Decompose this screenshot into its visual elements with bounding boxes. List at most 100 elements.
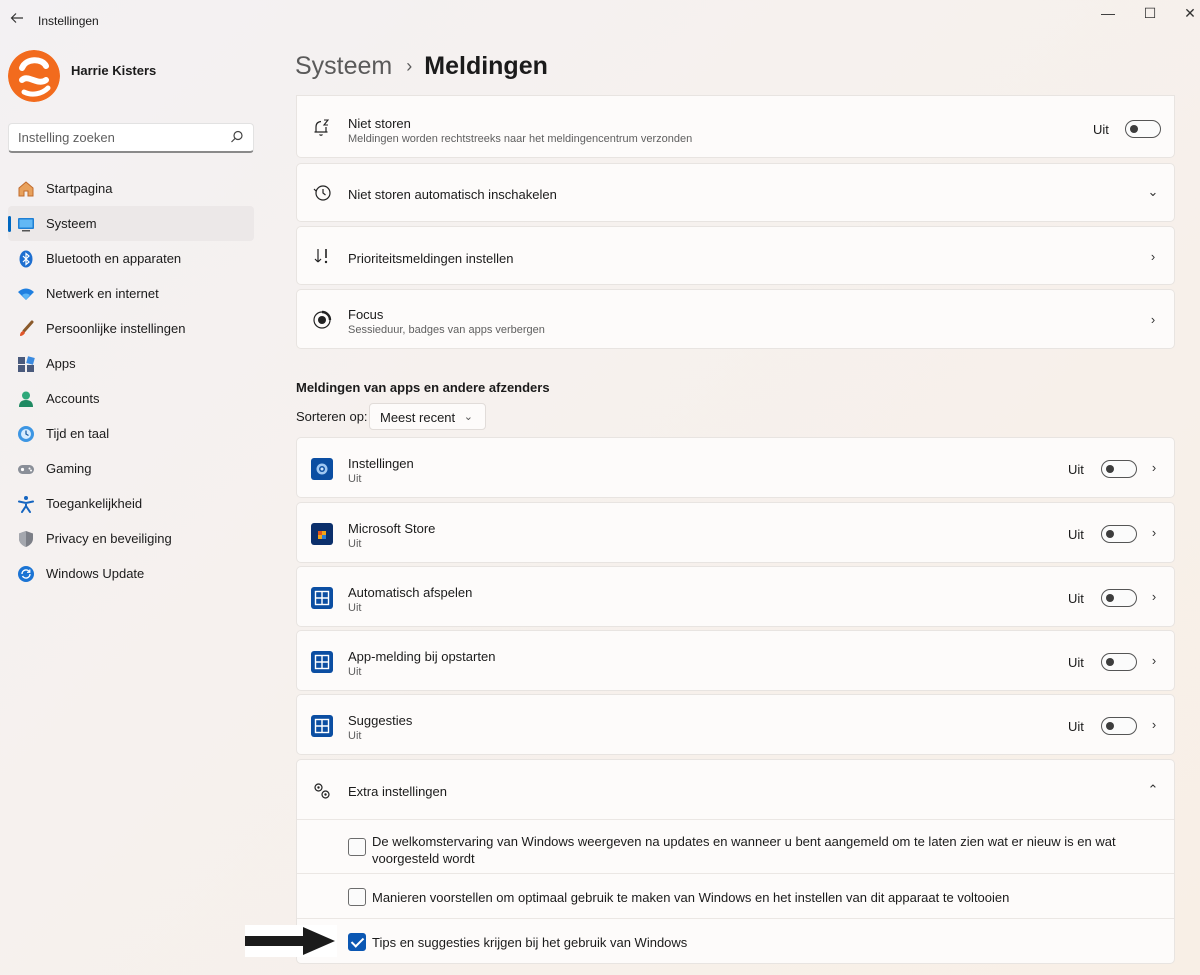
- sort-label: Sorteren op:: [296, 409, 368, 424]
- toggle-state-label: Uit: [1068, 719, 1084, 734]
- sidebar-item-label: Accounts: [46, 391, 100, 406]
- sidebar-item-accounts[interactable]: Accounts: [8, 381, 254, 416]
- sidebar-item-systeem[interactable]: Systeem: [8, 206, 254, 241]
- dnd-auto-card[interactable]: Niet storen automatisch inschakelen ⌄: [296, 163, 1175, 222]
- do-not-disturb-card: Niet storen Meldingen worden rechtstreek…: [296, 95, 1175, 158]
- search-icon[interactable]: [230, 130, 244, 144]
- setup-suggestions-checkbox[interactable]: [348, 888, 366, 906]
- chevron-right-icon[interactable]: ›: [1147, 590, 1161, 604]
- app-notification-toggle[interactable]: [1101, 717, 1137, 735]
- home-icon: [16, 179, 36, 199]
- sidebar-item-label: Gaming: [46, 461, 92, 476]
- sidebar-item-tijd[interactable]: Tijd en taal: [8, 416, 254, 451]
- focus-icon: [311, 309, 333, 331]
- checkbox-label: De welkomstervaring van Windows weergeve…: [372, 834, 1116, 866]
- chevron-right-icon[interactable]: ›: [1147, 526, 1161, 540]
- profile-name: Harrie Kisters: [71, 63, 157, 78]
- avatar: [8, 50, 60, 102]
- clock-icon: [311, 182, 333, 204]
- card-title: Extra instellingen: [348, 784, 447, 799]
- minimize-button[interactable]: —: [1085, 4, 1131, 24]
- app-row-instellingen[interactable]: Instellingen Uit Uit ›: [296, 437, 1175, 498]
- app-notification-toggle[interactable]: [1101, 460, 1137, 478]
- extra-settings-card: Extra instellingen ⌃ De welkomstervaring…: [296, 759, 1175, 964]
- app-title: Instellingen: [38, 14, 99, 28]
- app-row-microsoft-store[interactable]: Microsoft Store Uit Uit ›: [296, 502, 1175, 563]
- sidebar-item-netwerk[interactable]: Netwerk en internet: [8, 276, 254, 311]
- network-icon: [16, 284, 36, 304]
- settings-search[interactable]: [8, 123, 254, 153]
- card-title: Niet storen automatisch inschakelen: [348, 187, 557, 202]
- card-subtitle: Sessieduur, badges van apps verbergen: [348, 324, 545, 336]
- accessibility-icon: [16, 494, 36, 514]
- chevron-right-icon[interactable]: ›: [1147, 718, 1161, 732]
- close-button[interactable]: ✕: [1167, 4, 1200, 24]
- sidebar-item-label: Windows Update: [46, 566, 145, 581]
- sidebar-item-bluetooth[interactable]: Bluetooth en apparaten: [8, 241, 254, 276]
- sidebar-item-label: Startpagina: [46, 181, 113, 196]
- card-subtitle: Meldingen worden rechtstreeks naar het m…: [348, 133, 693, 145]
- chevron-right-icon[interactable]: ›: [1146, 313, 1160, 327]
- sidebar-item-label: Systeem: [46, 216, 97, 231]
- priority-notifications-card[interactable]: Prioriteitsmeldingen instellen ›: [296, 226, 1175, 285]
- sidebar-item-label: Persoonlijke instellingen: [46, 321, 186, 336]
- chevron-right-icon[interactable]: ›: [1147, 461, 1161, 475]
- sort-value: Meest recent: [380, 410, 456, 425]
- autoplay-app-icon: [311, 587, 333, 609]
- app-notification-toggle[interactable]: [1101, 525, 1137, 543]
- search-input[interactable]: [9, 124, 209, 150]
- bluetooth-icon: [16, 249, 36, 269]
- gears-icon: [311, 780, 333, 802]
- breadcrumb: Systeem › Meldingen: [295, 50, 548, 82]
- welcome-experience-checkbox[interactable]: [348, 838, 366, 856]
- card-title: Focus: [348, 307, 384, 322]
- priority-sort-icon: [311, 245, 333, 267]
- focus-card[interactable]: Focus Sessieduur, badges van apps verber…: [296, 289, 1175, 349]
- sidebar-item-label: Privacy en beveiliging: [46, 531, 172, 546]
- sidebar-item-label: Apps: [46, 356, 76, 371]
- section-title: Meldingen van apps en andere afzenders: [296, 380, 550, 395]
- chevron-down-icon[interactable]: ⌄: [1146, 185, 1160, 199]
- annotation-arrow-icon: [245, 925, 337, 957]
- sidebar-item-privacy[interactable]: Privacy en beveiliging: [8, 521, 254, 556]
- breadcrumb-parent[interactable]: Systeem: [295, 52, 392, 81]
- sidebar-item-startpagina[interactable]: Startpagina: [8, 171, 254, 206]
- brush-icon: [16, 319, 36, 339]
- toggle-state-label: Uit: [1068, 462, 1084, 477]
- app-row-suggesties[interactable]: Suggesties Uit Uit ›: [296, 694, 1175, 755]
- app-notification-toggle[interactable]: [1101, 589, 1137, 607]
- sidebar-item-apps[interactable]: Apps: [8, 346, 254, 381]
- toggle-state-label: Uit: [1068, 655, 1084, 670]
- app-name: App-melding bij opstarten: [348, 649, 496, 664]
- sidebar-item-label: Toegankelijkheid: [46, 496, 143, 511]
- tips-checkbox[interactable]: [348, 933, 366, 951]
- checkbox-label: Manieren voorstellen om optimaal gebruik…: [372, 890, 1010, 905]
- chevron-up-icon[interactable]: ⌃: [1146, 783, 1160, 797]
- chevron-right-icon[interactable]: ›: [1146, 250, 1160, 264]
- store-app-icon: [311, 523, 333, 545]
- user-profile[interactable]: Harrie Kisters: [8, 50, 258, 102]
- dnd-toggle[interactable]: [1125, 120, 1161, 138]
- time-language-icon: [16, 424, 36, 444]
- back-arrow-icon[interactable]: [8, 11, 26, 29]
- app-row-app-melding-bij-opstarten[interactable]: App-melding bij opstarten Uit Uit ›: [296, 630, 1175, 691]
- app-row-automatisch-afspelen[interactable]: Automatisch afspelen Uit Uit ›: [296, 566, 1175, 627]
- sidebar-item-gaming[interactable]: Gaming: [8, 451, 254, 486]
- app-notification-toggle[interactable]: [1101, 653, 1137, 671]
- sidebar-item-toegankelijkheid[interactable]: Toegankelijkheid: [8, 486, 254, 521]
- app-name: Suggesties: [348, 713, 413, 728]
- chevron-right-icon[interactable]: ›: [1147, 654, 1161, 668]
- card-title: Niet storen: [348, 116, 411, 131]
- suggestions-app-icon: [311, 715, 333, 737]
- app-name: Microsoft Store: [348, 521, 436, 536]
- checkbox-label: Tips en suggesties krijgen bij het gebru…: [372, 935, 688, 950]
- gaming-icon: [16, 459, 36, 479]
- bell-snooze-icon: [311, 117, 333, 139]
- toggle-state-label: Uit: [1068, 591, 1084, 606]
- update-icon: [16, 564, 36, 584]
- sort-dropdown[interactable]: Meest recent ⌄: [369, 403, 486, 430]
- sidebar-item-windows-update[interactable]: Windows Update: [8, 556, 254, 591]
- toggle-state-label: Uit: [1093, 122, 1109, 137]
- chevron-down-icon: ⌄: [463, 411, 473, 423]
- sidebar-item-persoonlijk[interactable]: Persoonlijke instellingen: [8, 311, 254, 346]
